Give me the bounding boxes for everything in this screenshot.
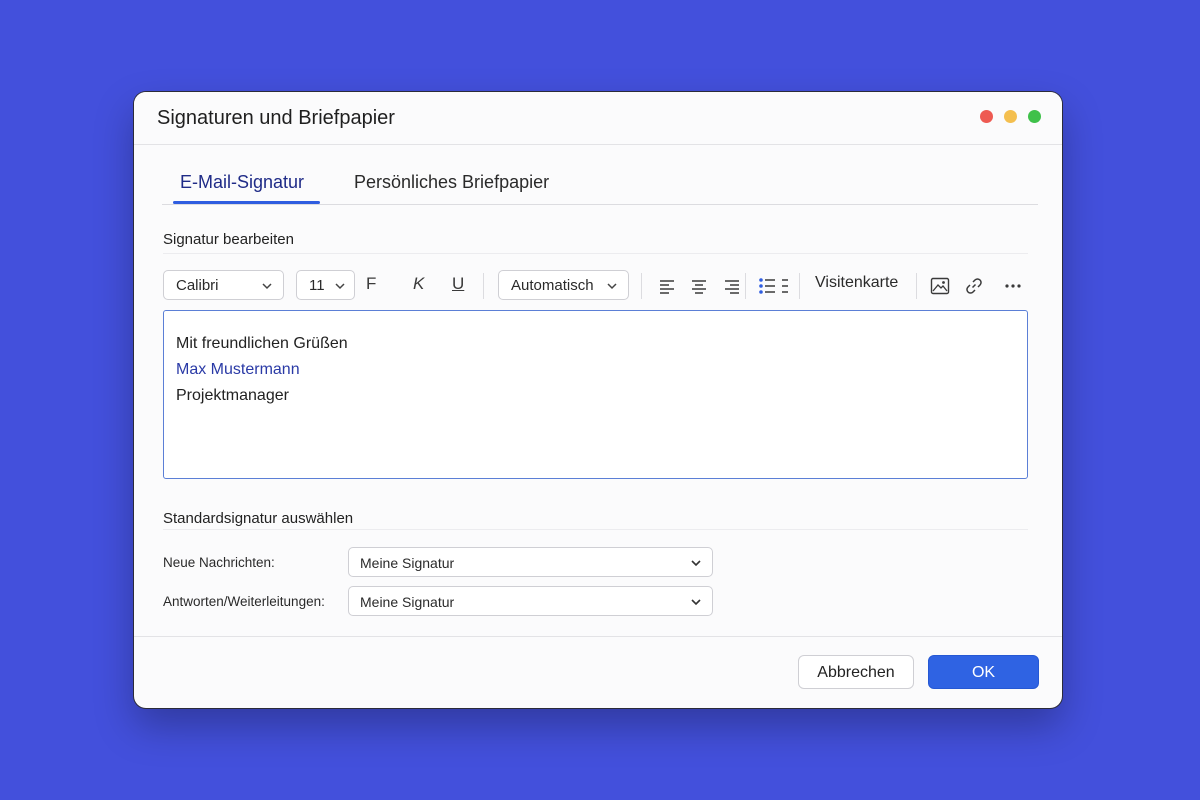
font-family-dropdown[interactable]: Calibri [163, 270, 284, 300]
signature-line-greeting: Mit freundlichen Grüßen [176, 335, 348, 352]
toolbar-separator [916, 273, 917, 299]
ok-button[interactable]: OK [928, 655, 1039, 689]
title-bar: Signaturen und Briefpapier [134, 92, 1062, 145]
signature-dialog: Signaturen und Briefpapier E-Mail-Signat… [134, 92, 1062, 708]
bullet-list-icon[interactable] [758, 276, 792, 296]
font-color-dropdown[interactable]: Automatisch [498, 270, 629, 300]
underline-button[interactable]: U [452, 274, 464, 294]
align-right-icon[interactable] [722, 276, 742, 296]
chevron-down-icon [691, 560, 701, 567]
font-color-value: Automatisch [511, 277, 594, 294]
tab-personal-stationery[interactable]: Persönliches Briefpapier [354, 172, 549, 193]
new-messages-selected-value: Meine Signatur [360, 555, 455, 571]
edit-signature-heading: Signatur bearbeiten [163, 231, 294, 248]
chevron-down-icon [262, 283, 272, 290]
replies-forwards-label: Antworten/Weiterleitungen: [163, 594, 325, 609]
align-center-icon[interactable] [689, 276, 709, 296]
more-options-icon[interactable] [1003, 276, 1023, 296]
italic-button[interactable]: K [413, 274, 424, 294]
new-messages-label: Neue Nachrichten: [163, 555, 275, 570]
link-icon[interactable] [964, 276, 984, 296]
tab-email-signature[interactable]: E-Mail-Signatur [180, 172, 304, 193]
toolbar-separator [799, 273, 800, 299]
toolbar-separator [641, 273, 642, 299]
formatting-toolbar: Calibri 11 F K U Automatisch Visitenkart… [163, 270, 1033, 302]
font-size-dropdown[interactable]: 11 [296, 270, 355, 300]
signature-editor[interactable]: Mit freundlichen Grüßen Max Mustermann P… [163, 310, 1028, 479]
new-messages-signature-select[interactable]: Meine Signatur [348, 547, 713, 577]
active-tab-indicator [173, 201, 320, 204]
replies-selected-value: Meine Signatur [360, 594, 455, 610]
bold-button[interactable]: F [366, 274, 376, 294]
divider [163, 529, 1028, 530]
chevron-down-icon [691, 599, 701, 606]
maximize-window-button[interactable] [1028, 110, 1041, 123]
footer-divider [134, 636, 1062, 637]
signature-line-role: Projektmanager [176, 387, 289, 404]
replies-signature-select[interactable]: Meine Signatur [348, 586, 713, 616]
align-left-icon[interactable] [657, 276, 677, 296]
image-icon[interactable] [930, 276, 950, 296]
tab-bar: E-Mail-Signatur Persönliches Briefpapier [162, 160, 1038, 205]
divider [163, 253, 1028, 254]
minimize-window-button[interactable] [1004, 110, 1017, 123]
font-size-value: 11 [309, 277, 325, 294]
cancel-button[interactable]: Abbrechen [798, 655, 914, 689]
toolbar-separator [483, 273, 484, 299]
font-family-value: Calibri [176, 277, 219, 294]
chevron-down-icon [335, 283, 345, 290]
chevron-down-icon [607, 283, 617, 290]
default-signature-heading: Standardsignatur auswählen [163, 510, 354, 527]
signature-line-name: Max Mustermann [176, 361, 300, 378]
business-card-button[interactable]: Visitenkarte [815, 274, 898, 292]
toolbar-separator [745, 273, 746, 299]
dialog-title: Signaturen und Briefpapier [157, 107, 395, 129]
close-window-button[interactable] [980, 110, 993, 123]
